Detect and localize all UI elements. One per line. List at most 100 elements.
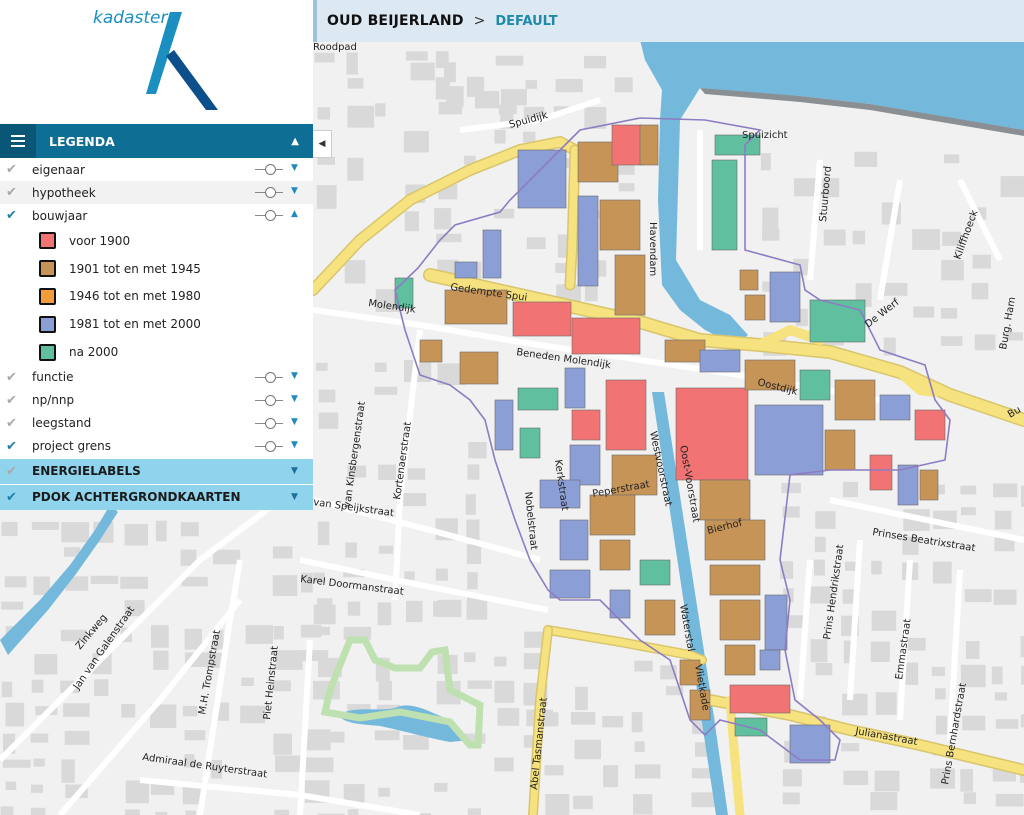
triangle-down-icon[interactable]: ▼ — [291, 417, 298, 427]
opacity-slider[interactable] — [255, 440, 283, 452]
opacity-slider[interactable] — [255, 417, 283, 429]
building-bouwjaar[interactable] — [549, 569, 591, 599]
building-bouwjaar[interactable] — [571, 317, 641, 355]
slider-knob[interactable] — [265, 164, 276, 175]
building-bouwjaar[interactable] — [599, 199, 641, 251]
building-bouwjaar[interactable] — [644, 599, 676, 636]
building — [318, 389, 336, 403]
slider-knob[interactable] — [265, 440, 276, 452]
building-bouwjaar[interactable] — [559, 519, 589, 561]
layer-row-leegstand[interactable]: ✔ leegstand ▼ — [0, 411, 313, 435]
building-bouwjaar[interactable] — [739, 269, 759, 291]
triangle-down-icon[interactable]: ▼ — [291, 394, 298, 404]
checkmark-icon[interactable]: ✔ — [6, 439, 22, 454]
triangle-down-icon[interactable]: ▼ — [291, 371, 298, 381]
building-bouwjaar[interactable] — [699, 349, 741, 373]
breadcrumb-location[interactable]: OUD BEIJERLAND — [327, 13, 464, 29]
triangle-down-icon[interactable]: ▼ — [291, 466, 298, 476]
opacity-slider[interactable] — [255, 371, 283, 383]
panel-collapse-button[interactable]: ◀ — [313, 130, 332, 158]
building-bouwjaar[interactable] — [664, 339, 706, 363]
building-bouwjaar[interactable] — [494, 399, 514, 451]
building — [30, 733, 49, 743]
building-bouwjaar[interactable] — [809, 299, 866, 343]
building-bouwjaar[interactable] — [709, 564, 761, 596]
building — [960, 485, 977, 495]
building-bouwjaar[interactable] — [589, 494, 636, 536]
building-bouwjaar[interactable] — [724, 644, 756, 676]
building-bouwjaar[interactable] — [614, 254, 646, 316]
triangle-up-icon[interactable]: ▲ — [291, 209, 298, 219]
layer-row-functie[interactable]: ✔ functie ▼ — [0, 365, 313, 389]
building-bouwjaar[interactable] — [611, 124, 643, 166]
layer-row-hypotheek[interactable]: ✔ hypotheek ▼ — [0, 181, 313, 204]
slider-knob[interactable] — [265, 371, 276, 383]
layer-row-project-grens[interactable]: ✔ project grens ▼ — [0, 434, 313, 458]
building-bouwjaar[interactable] — [571, 409, 601, 441]
legend-header[interactable]: LEGENDA ▲ — [0, 124, 313, 158]
building-bouwjaar[interactable] — [564, 367, 586, 409]
checkmark-icon[interactable]: ✔ — [6, 464, 22, 479]
building-bouwjaar[interactable] — [482, 229, 502, 279]
building-bouwjaar[interactable] — [834, 379, 876, 421]
checkmark-icon[interactable]: ✔ — [6, 416, 22, 431]
building-bouwjaar[interactable] — [879, 394, 911, 421]
triangle-down-icon[interactable]: ▼ — [291, 186, 298, 196]
building-bouwjaar[interactable] — [897, 464, 919, 506]
building-bouwjaar[interactable] — [759, 649, 781, 671]
checkmark-icon[interactable]: ✔ — [6, 393, 22, 408]
building-bouwjaar[interactable] — [605, 379, 647, 451]
building-bouwjaar[interactable] — [869, 454, 893, 491]
building — [494, 757, 514, 772]
slider-knob[interactable] — [265, 417, 276, 429]
menu-button[interactable] — [0, 124, 36, 158]
building-bouwjaar[interactable] — [711, 159, 738, 251]
building-bouwjaar[interactable] — [639, 124, 659, 166]
layer-row-np-nnp[interactable]: ✔ np/nnp ▼ — [0, 388, 313, 412]
building-bouwjaar[interactable] — [599, 539, 631, 571]
opacity-slider[interactable] — [255, 187, 283, 198]
building-bouwjaar[interactable] — [764, 594, 788, 651]
building-bouwjaar[interactable] — [459, 351, 499, 385]
building-bouwjaar[interactable] — [699, 479, 751, 521]
checkmark-icon[interactable]: ✔ — [6, 208, 22, 223]
building-bouwjaar[interactable] — [454, 261, 478, 279]
slider-knob[interactable] — [265, 210, 276, 221]
triangle-up-icon[interactable]: ▲ — [291, 136, 299, 147]
building-bouwjaar[interactable] — [639, 559, 671, 586]
group-row-energielabels[interactable]: ✔ ENERGIELABELS ▼ — [0, 457, 313, 484]
group-row-pdok[interactable]: ✔ PDOK ACHTERGRONDKAARTEN ▼ — [0, 483, 313, 510]
building — [1, 601, 24, 610]
triangle-down-icon[interactable]: ▼ — [291, 492, 298, 502]
building-bouwjaar[interactable] — [569, 444, 601, 486]
checkmark-icon[interactable]: ✔ — [6, 370, 22, 385]
layer-row-bouwjaar[interactable]: ✔ bouwjaar ▲ — [0, 204, 313, 227]
building-bouwjaar[interactable] — [754, 404, 824, 476]
checkmark-icon[interactable]: ✔ — [6, 185, 22, 200]
building-bouwjaar[interactable] — [919, 469, 939, 501]
opacity-slider[interactable] — [255, 164, 283, 175]
slider-knob[interactable] — [265, 394, 276, 406]
slider-knob[interactable] — [265, 187, 276, 198]
checkmark-icon[interactable]: ✔ — [6, 490, 22, 505]
building-bouwjaar[interactable] — [517, 149, 567, 209]
layer-row-eigenaar[interactable]: ✔ eigenaar ▼ — [0, 158, 313, 181]
checkmark-icon[interactable]: ✔ — [6, 162, 22, 177]
opacity-slider[interactable] — [255, 210, 283, 221]
building-bouwjaar[interactable] — [519, 427, 541, 459]
building-bouwjaar[interactable] — [729, 684, 791, 714]
building-bouwjaar[interactable] — [799, 369, 831, 401]
building-bouwjaar[interactable] — [512, 301, 572, 337]
building-bouwjaar[interactable] — [719, 599, 761, 641]
triangle-down-icon[interactable]: ▼ — [291, 163, 298, 173]
building-bouwjaar[interactable] — [769, 271, 801, 323]
building-bouwjaar[interactable] — [824, 429, 856, 471]
building-bouwjaar[interactable] — [744, 294, 766, 321]
breadcrumb-view[interactable]: DEFAULT — [495, 14, 557, 29]
building-bouwjaar[interactable] — [419, 339, 443, 363]
triangle-down-icon[interactable]: ▼ — [291, 440, 298, 450]
opacity-slider[interactable] — [255, 394, 283, 406]
building-bouwjaar[interactable] — [517, 387, 559, 411]
building-bouwjaar[interactable] — [914, 409, 946, 441]
building-bouwjaar[interactable] — [577, 195, 599, 287]
